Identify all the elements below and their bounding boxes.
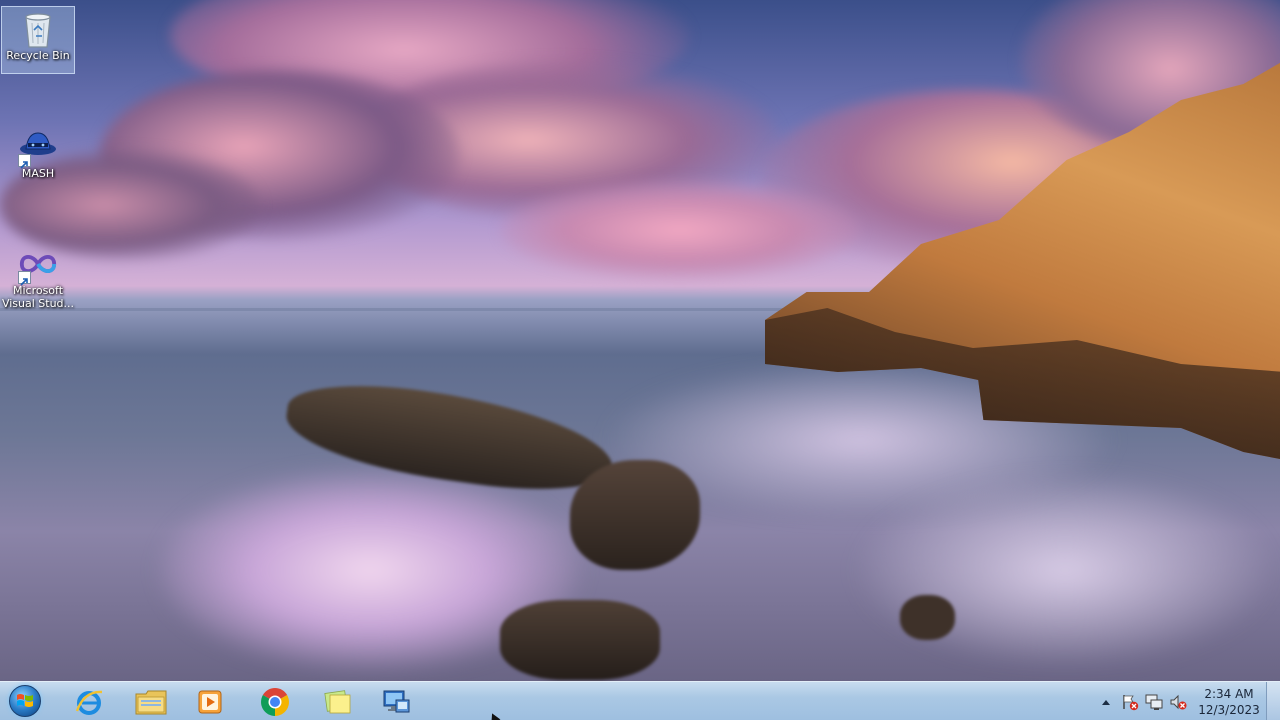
taskbar-chrome[interactable]: [248, 684, 302, 719]
cloud: [500, 180, 860, 280]
remote-desktop-icon: [383, 690, 410, 712]
action-center-flag-icon[interactable]: [1118, 690, 1142, 714]
mash-icon: [18, 127, 58, 169]
desktop-icon-visual-studio[interactable]: Microsoft Visual Stud...: [1, 244, 75, 310]
desktop-icon-label: MASH: [21, 167, 55, 180]
show-desktop-button[interactable]: [1266, 682, 1280, 720]
clock-time: 2:34 AM: [1204, 686, 1254, 701]
volume-muted-icon[interactable]: [1166, 690, 1190, 714]
rock-ledge: [900, 595, 955, 640]
sticky-notes-icon: [324, 689, 351, 713]
clock-date: 12/3/2023: [1198, 702, 1260, 717]
network-icon[interactable]: [1142, 690, 1166, 714]
taskbar-file-explorer[interactable]: [124, 684, 178, 719]
taskbar-sticky-notes[interactable]: [310, 684, 364, 719]
visual-studio-icon: [18, 244, 58, 286]
windows-start-orb-icon: [9, 685, 41, 717]
taskbar-internet-explorer[interactable]: [62, 684, 116, 719]
desktop-icon-recycle-bin[interactable]: Recycle Bin: [1, 6, 75, 74]
desktop-icon-mash[interactable]: MASH: [1, 127, 75, 180]
taskbar-remote-desktop[interactable]: [369, 684, 423, 719]
taskbar: 2:34 AM 12/3/2023: [0, 681, 1280, 720]
chrome-icon: [261, 687, 289, 716]
file-explorer-icon: [135, 690, 167, 714]
rock-ledge: [570, 460, 700, 570]
desktop-wallpaper: [0, 0, 1280, 681]
rock-ledge: [500, 600, 660, 680]
shortcut-arrow-icon: [18, 271, 31, 286]
desktop-icon-label: Microsoft Visual Stud...: [1, 284, 75, 310]
start-button[interactable]: [6, 684, 44, 718]
show-hidden-icons-arrow-icon[interactable]: [1094, 690, 1118, 714]
system-tray: 2:34 AM 12/3/2023: [1094, 682, 1280, 720]
internet-explorer-icon: [75, 690, 103, 715]
media-player-icon: [198, 690, 222, 713]
shortcut-arrow-icon: [18, 154, 31, 169]
wave-foam: [850, 470, 1280, 670]
desktop-icon-label: Recycle Bin: [6, 49, 70, 62]
taskbar-clock[interactable]: 2:34 AM 12/3/2023: [1196, 686, 1262, 718]
recycle-bin-icon: [18, 9, 58, 49]
taskbar-media-player[interactable]: [183, 684, 237, 719]
